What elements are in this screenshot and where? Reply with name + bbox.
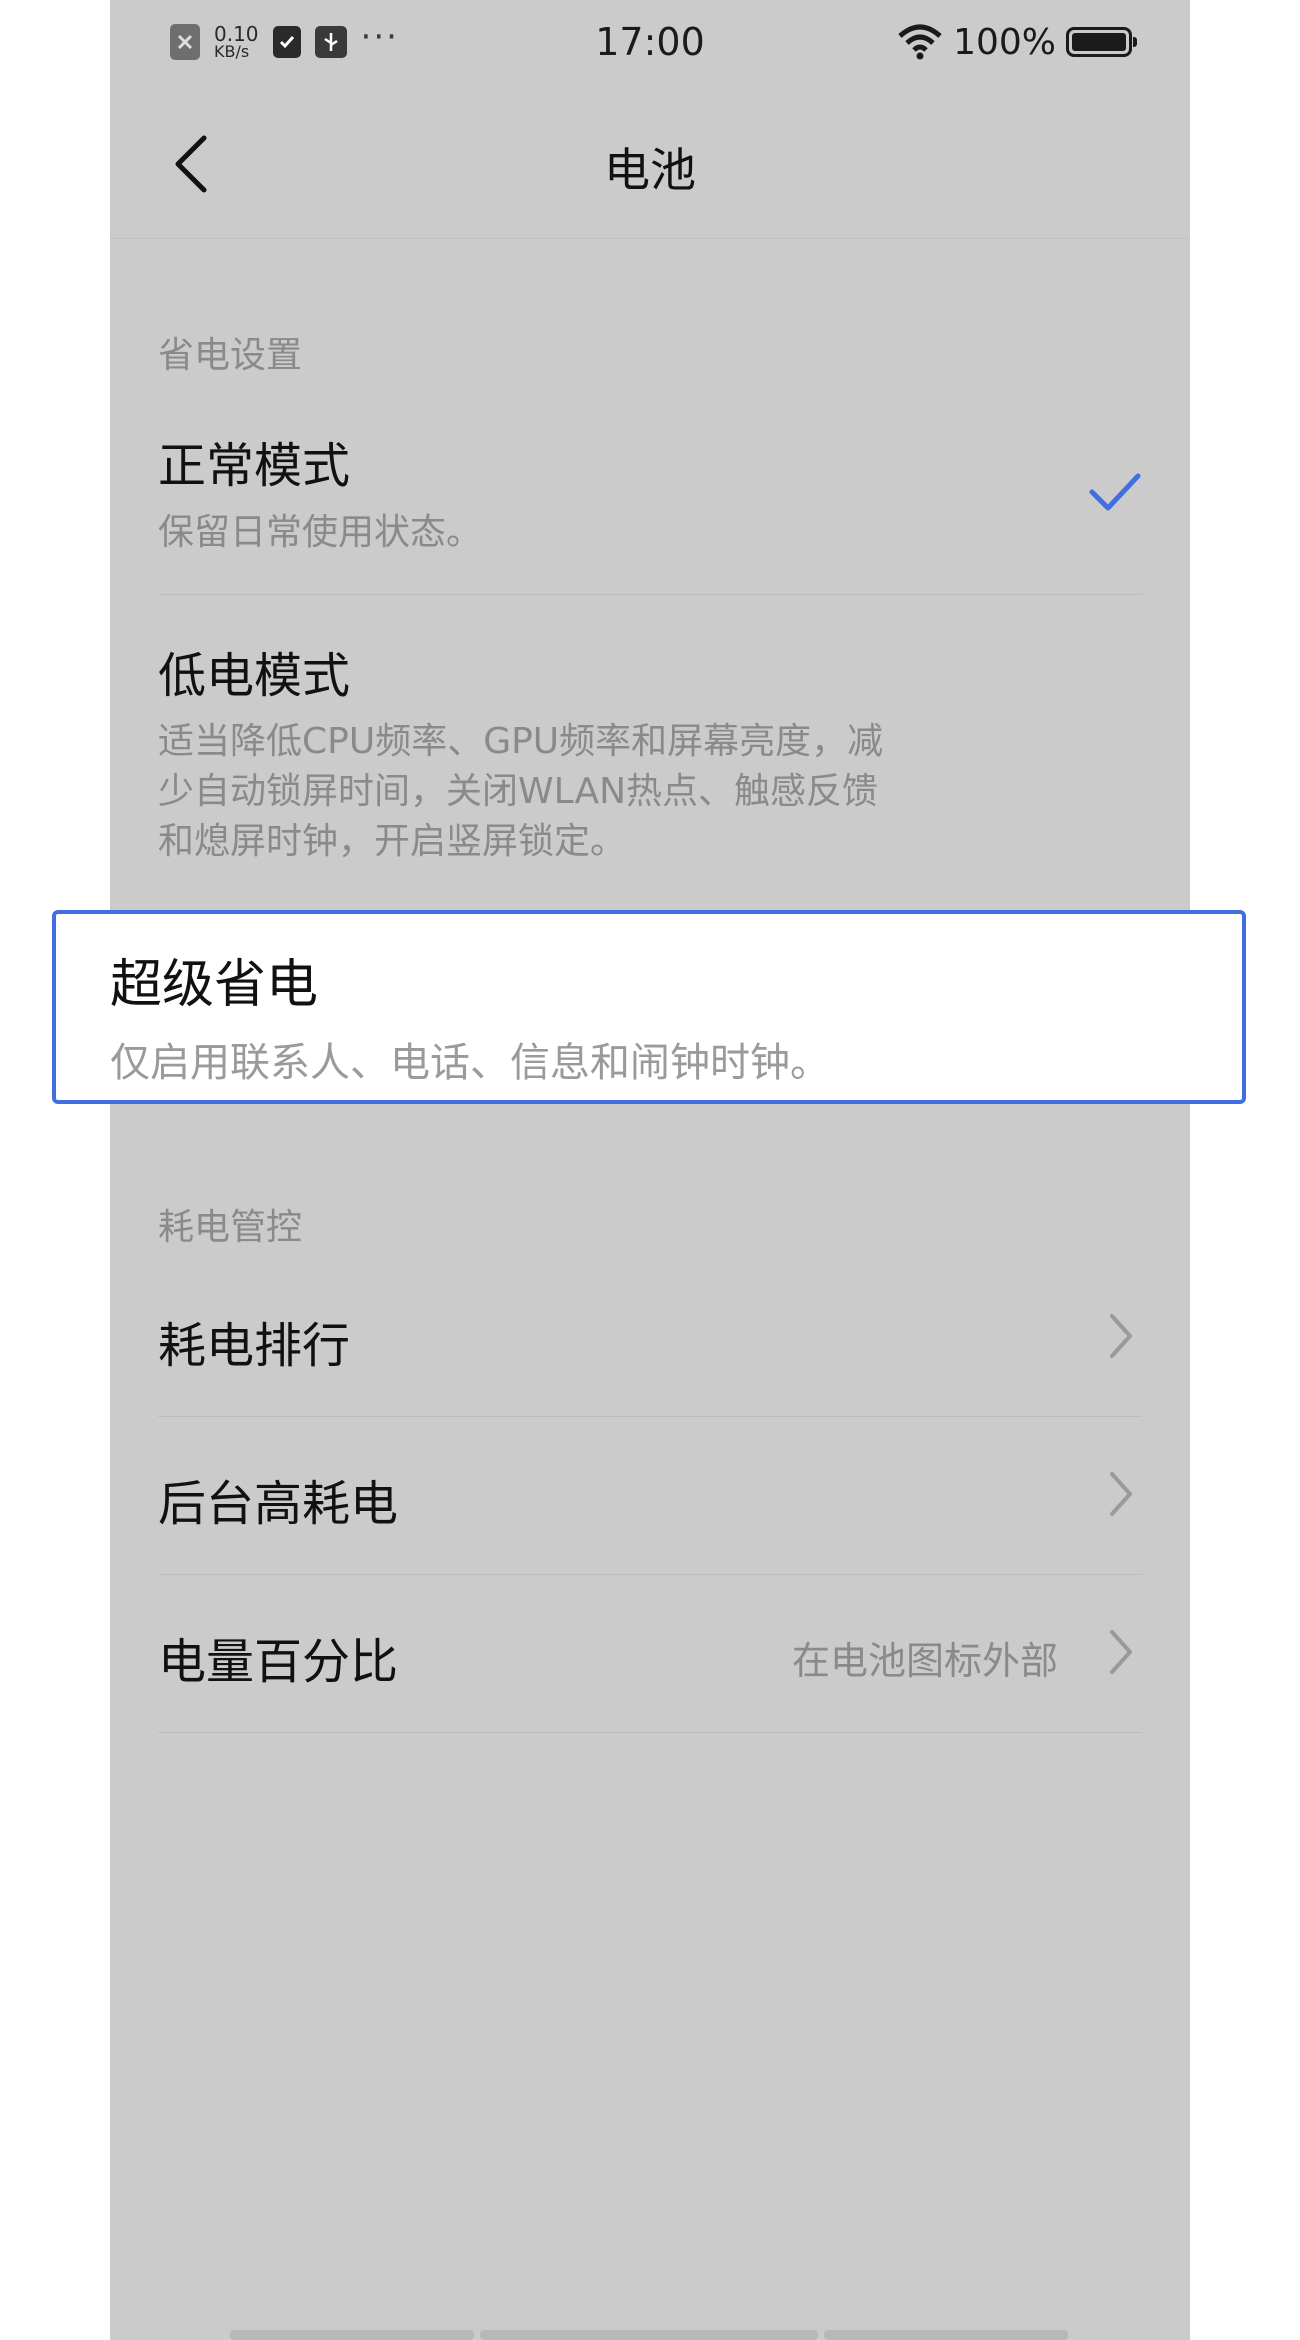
mode-normal-title: 正常模式 [158,438,351,494]
battery-icon [1066,27,1137,57]
battery-settings-screen: 0.10 KB/s ··· 17:00 100% 电池 省电设置 正常模式 保留… [110,0,1190,2340]
header-divider [110,238,1190,239]
battery-percentage-value: 在电池图标外部 [792,1639,1059,1683]
mode-low-power-title: 低电模式 [158,648,351,704]
chevron-right-icon [1110,1472,1132,1516]
home-indicator-segment [230,2330,474,2340]
mode-low-power-desc-line-2: 少自动锁屏时间，关闭WLAN热点、触感反馈 [158,771,879,812]
power-ranking-label: 耗电排行 [158,1318,351,1374]
mode-item-super-saver[interactable]: 超级省电 仅启用联系人、电话、信息和闹钟时钟。 [52,910,1246,1104]
mode-normal-desc: 保留日常使用状态。 [158,512,483,553]
status-bar: 0.10 KB/s ··· 17:00 100% [110,0,1190,84]
mode-low-power-desc-line-3: 和熄屏时钟，开启竖屏锁定。 [158,821,627,862]
divider [158,1732,1142,1733]
divider [158,1574,1142,1575]
mode-super-saver-desc: 仅启用联系人、电话、信息和闹钟时钟。 [110,1040,830,1086]
chevron-right-icon [1110,1630,1132,1674]
chevron-right-icon [1110,1314,1132,1358]
divider [158,594,1142,595]
divider [158,1416,1142,1417]
home-indicator-segment [480,2330,818,2340]
wifi-icon [898,24,942,60]
mode-low-power-desc-line-1: 适当降低CPU频率、GPU频率和屏幕亮度，减 [158,721,884,762]
screen: 0.10 KB/s ··· 17:00 100% 电池 省电设置 正常模式 保留… [0,0,1300,2340]
background-high-usage-label: 后台高耗电 [158,1476,399,1532]
battery-percentage-label: 电量百分比 [158,1634,399,1690]
section-header-power-saving: 省电设置 [158,335,303,376]
home-indicator-segment [824,2330,1068,2340]
check-icon [1089,473,1141,511]
page-title: 电池 [604,143,696,197]
mode-super-saver-title: 超级省电 [110,955,319,1015]
navigation-bar: 电池 [110,100,1190,240]
section-header-power-control: 耗电管控 [158,1207,303,1248]
status-right-icons: 100% [897,20,1137,64]
battery-percentage: 100% [953,21,1056,63]
